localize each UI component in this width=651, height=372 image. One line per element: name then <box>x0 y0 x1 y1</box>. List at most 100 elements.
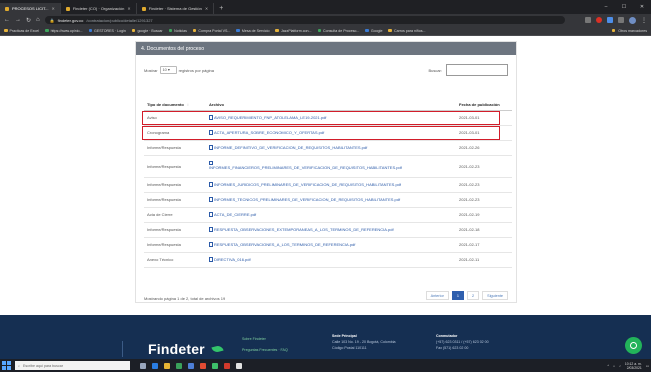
word-icon[interactable] <box>188 362 194 369</box>
file-explorer-icon[interactable] <box>164 362 170 369</box>
file-cell[interactable]: RESPUESTA_OBSERVACIONES_EXTEMPORANEAS_A_… <box>206 222 456 238</box>
footer-link[interactable]: Preguntas Frecuentes · FAQ <box>242 347 288 353</box>
page-button-1[interactable]: 1 <box>451 291 465 300</box>
file-link[interactable]: AVISO_REQUERIMIENTO_FNP_ATOLELAMA_LE19-2… <box>214 115 326 120</box>
file-cell[interactable]: INFORME_DEFINITIVO_DE_VERIFICACION_DE_RE… <box>206 140 456 156</box>
close-tab-icon[interactable]: ✕ <box>205 6 208 11</box>
file-cell[interactable]: AVISO_REQUERIMIENTO_FNP_ATOLELAMA_LE19-2… <box>206 110 456 126</box>
extension-icon[interactable] <box>596 17 602 23</box>
chevron-up-icon[interactable]: ^ <box>607 364 609 368</box>
table-row: Informe/Respuesta INFORMES_TECNICOS_PRELI… <box>144 192 512 208</box>
date-cell: 2021-02-26 <box>456 140 512 156</box>
bookmark[interactable]: GESTORES · Login <box>88 29 126 33</box>
bookmark-icon <box>275 28 279 33</box>
back-icon[interactable]: ← <box>4 17 10 23</box>
file-cell[interactable]: INFORMES_TECNICOS_PRELIMINARES_DE_VERIFI… <box>206 192 456 208</box>
findeter-logo[interactable]: Findeter <box>148 341 205 357</box>
footer-link[interactable]: Sobre Findeter <box>242 336 288 342</box>
browser-tab[interactable]: Findeter (CO) · Organización ✕ <box>61 3 137 14</box>
table-row: Cronograma ACTA_APERTURA_SOBRE_ECONOMICO_… <box>144 125 512 141</box>
home-icon[interactable]: ⌂ <box>36 17 40 23</box>
bookmark-icon <box>365 28 369 33</box>
app-icon[interactable] <box>236 362 242 369</box>
taskbar-apps <box>140 362 242 369</box>
file-link[interactable]: ACTA_DE_CIERRE.pdf <box>214 212 256 217</box>
notifications-icon[interactable]: ▭ <box>646 364 649 368</box>
document-type-cell: Informe/Respuesta <box>144 237 206 253</box>
forward-icon[interactable]: → <box>15 17 21 23</box>
browser-tab[interactable]: PROCESOS LICIT... ✕ <box>0 3 61 14</box>
taskbar-search[interactable]: ⌕ Escribe aquí para buscar <box>15 361 130 370</box>
prev-page-button[interactable]: Anterior <box>425 291 449 300</box>
file-cell[interactable]: DIRECTIVA_016.pdf <box>206 252 456 268</box>
document-type-cell: Acta de Cierre <box>144 207 206 223</box>
reload-icon[interactable]: ↻ <box>26 17 31 24</box>
next-page-button[interactable]: Siguiente <box>482 291 508 300</box>
edge-icon[interactable] <box>152 362 158 369</box>
bookmark[interactable]: Carros para niños... <box>388 29 426 33</box>
close-tab-icon[interactable]: ✕ <box>127 6 130 11</box>
page-button-2[interactable]: 2 <box>467 291 480 300</box>
search-input[interactable] <box>446 64 508 76</box>
page-length-select[interactable]: 10 ▾ <box>159 66 177 74</box>
bookmark[interactable]: https://www.opinio... <box>45 29 83 33</box>
tab-label: Findeter · Sistema de Gestión <box>148 6 202 11</box>
column-header-file[interactable]: Archivo <box>206 92 456 111</box>
file-cell[interactable]: ACTA_DE_CIERRE.pdf <box>206 207 456 223</box>
bookmark[interactable]: JazzPlatform.con... <box>275 28 312 33</box>
volume-icon[interactable]: ♪ <box>619 364 621 368</box>
file-cell[interactable]: INFORMES_JURIDICOS_PRELIMINARES_DE_VERIF… <box>206 177 456 193</box>
new-tab-button[interactable]: + <box>214 3 228 14</box>
bookmark[interactable]: Compra Portal VS... <box>192 29 230 33</box>
network-icon[interactable]: ⌂ <box>613 364 615 368</box>
table-controls: Mostrar 10 ▾ registros por página Buscar… <box>144 64 508 76</box>
bookmark[interactable]: Google <box>365 29 382 33</box>
address-bar[interactable]: 🔒 findeter.gov.co/contratacion/publico/d… <box>44 16 565 24</box>
bookmark[interactable]: google · Buscar <box>131 29 163 33</box>
file-icon <box>209 212 213 217</box>
menu-icon[interactable]: ⋮ <box>641 17 647 24</box>
file-link[interactable]: RESPUESTA_OBSERVACIONES_EXTEMPORANEAS_A_… <box>214 227 394 232</box>
file-link[interactable]: INFORME_DEFINITIVO_DE_VERIFICACION_DE_RE… <box>214 145 367 150</box>
system-tray: ^ ⌂ ♪ 10:12 a. m. 2/03/2021 ▭ <box>607 362 649 370</box>
footer-links: Sobre Findeter Preguntas Frecuentes · FA… <box>242 336 288 353</box>
file-link[interactable]: ACTA_APERTURA_SOBRE_ECONOMICO_Y_OFERTAS.… <box>214 130 324 135</box>
bookmark[interactable]: Noticias <box>168 29 187 33</box>
star-icon[interactable] <box>585 17 591 23</box>
bookmark[interactable]: Practicas de Excel <box>4 29 39 33</box>
site-footer: Findeter Sobre Findeter Preguntas Frecue… <box>0 315 651 359</box>
date-cell: 2021-03-01 <box>456 125 512 141</box>
file-link[interactable]: INFORMES_TECNICOS_PRELIMINARES_DE_VERIFI… <box>214 197 400 202</box>
extension-icon[interactable] <box>607 17 613 23</box>
file-cell[interactable]: RESPUESTA_OBSERVACIONES_A_LOS_TERMINOS_D… <box>206 237 456 253</box>
excel-icon[interactable] <box>176 362 182 369</box>
file-link[interactable]: INFORMES_FINANCIEROS_PRELIMINARES_DE_VER… <box>209 165 453 171</box>
close-window-icon[interactable]: ✕ <box>633 4 651 10</box>
powerpoint-icon[interactable] <box>200 362 206 369</box>
close-tab-icon[interactable]: ✕ <box>51 6 54 11</box>
show-suffix-label: registros por página <box>178 67 214 73</box>
file-link[interactable]: INFORMES_JURIDICOS_PRELIMINARES_DE_VERIF… <box>214 182 401 187</box>
column-header-date[interactable]: Fecha de publicación <box>456 92 512 111</box>
task-view-icon[interactable] <box>140 362 146 369</box>
column-header-type[interactable]: Tipo de documento ↕ <box>144 92 206 111</box>
clock[interactable]: 10:12 a. m. 2/03/2021 <box>625 362 642 370</box>
windows-start-icon[interactable] <box>2 361 11 370</box>
file-cell[interactable]: INFORMES_FINANCIEROS_PRELIMINARES_DE_VER… <box>206 155 456 178</box>
chrome-icon[interactable] <box>212 362 218 369</box>
bookmark[interactable]: Mesa de Servicio <box>236 29 269 33</box>
file-icon <box>209 130 213 135</box>
chat-button[interactable] <box>625 337 642 354</box>
puzzle-icon[interactable] <box>618 17 624 23</box>
footer-divider <box>122 341 123 357</box>
profile-avatar[interactable] <box>629 16 636 24</box>
browser-tab[interactable]: Findeter · Sistema de Gestión ✕ <box>137 3 215 14</box>
app-icon[interactable] <box>224 362 230 369</box>
file-link[interactable]: RESPUESTA_OBSERVACIONES_A_LOS_TERMINOS_D… <box>214 242 355 247</box>
file-link[interactable]: DIRECTIVA_016.pdf <box>214 257 251 262</box>
maximize-icon[interactable]: ☐ <box>615 4 633 10</box>
bookmark[interactable]: Consulta de Proceso... <box>317 29 359 33</box>
other-bookmarks[interactable]: Otros marcadores <box>611 29 647 33</box>
file-cell[interactable]: ACTA_APERTURA_SOBRE_ECONOMICO_Y_OFERTAS.… <box>206 125 456 141</box>
minimize-icon[interactable]: – <box>597 4 615 10</box>
